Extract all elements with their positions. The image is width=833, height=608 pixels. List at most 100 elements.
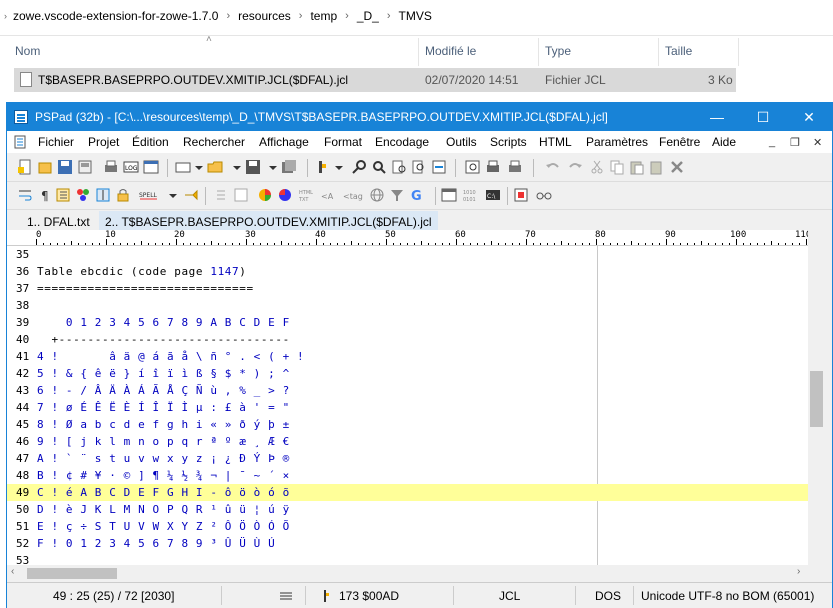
breadcrumb-item[interactable]: zowe.vscode-extension-for-zowe-1.7.0: [13, 9, 218, 23]
column-modified[interactable]: Modifié le: [425, 44, 476, 58]
print-preview-icon[interactable]: [485, 159, 501, 175]
column-divider[interactable]: [658, 38, 659, 66]
column-divider[interactable]: [538, 38, 539, 66]
print-icon[interactable]: [103, 159, 119, 175]
color-palette-icon[interactable]: [257, 187, 273, 203]
file-row[interactable]: T$BASEPR.BASEPRPO.OUTDEV.XMITIP.JCL($DFA…: [14, 68, 736, 92]
window-icon[interactable]: [143, 159, 159, 175]
line-ending[interactable]: DOS: [595, 589, 621, 603]
save-all-icon[interactable]: [281, 159, 297, 175]
tag-icon[interactable]: <A: [321, 187, 341, 203]
tag-icon[interactable]: <tag: [343, 187, 365, 203]
search-icon[interactable]: [351, 159, 367, 175]
tab-dfal-txt[interactable]: 1.. DFAL.txt: [21, 211, 96, 232]
menu-edition[interactable]: Édition: [132, 135, 169, 149]
cursor-position[interactable]: 49 : 25 (25) / 72 [2030]: [53, 589, 174, 603]
syntax-highlight-icon[interactable]: [75, 187, 91, 203]
search-replace-icon[interactable]: [371, 159, 387, 175]
align-icon[interactable]: [279, 591, 293, 601]
breadcrumb-item[interactable]: temp: [310, 9, 337, 23]
pin-icon[interactable]: [183, 187, 199, 203]
column-name[interactable]: Nom: [15, 44, 40, 58]
goto-icon[interactable]: [431, 159, 447, 175]
dropdown-icon[interactable]: [265, 159, 281, 175]
globe-icon[interactable]: [369, 187, 385, 203]
breadcrumb-item[interactable]: TMVS: [399, 9, 432, 23]
preview-icon[interactable]: [465, 159, 481, 175]
record-macro-icon[interactable]: [513, 187, 529, 203]
filter-icon[interactable]: [389, 187, 405, 203]
redo-icon[interactable]: [567, 159, 583, 175]
paste-special-icon[interactable]: [649, 159, 665, 175]
google-icon[interactable]: G: [409, 187, 425, 203]
code-block-icon[interactable]: [233, 187, 249, 203]
menu-aide[interactable]: Aide: [712, 135, 736, 149]
maximize-button[interactable]: ☐: [740, 103, 786, 131]
menu-encodage[interactable]: Encodage: [375, 135, 429, 149]
menu-affichage[interactable]: Affichage: [259, 135, 309, 149]
template-icon[interactable]: [77, 159, 93, 175]
menu-fenetre[interactable]: Fenêtre: [659, 135, 700, 149]
breadcrumb-item[interactable]: resources: [238, 9, 291, 23]
pilcrow-icon[interactable]: ¶: [37, 187, 53, 203]
minimize-button[interactable]: —: [694, 103, 740, 131]
scroll-left-icon[interactable]: ‹: [11, 566, 14, 577]
open-file-icon[interactable]: [37, 159, 53, 175]
log-icon[interactable]: LOG: [123, 159, 139, 175]
glasses-icon[interactable]: [535, 187, 555, 203]
horizontal-scrollbar[interactable]: ‹ ›: [7, 565, 808, 582]
dropdown-icon[interactable]: [229, 159, 245, 175]
scrollbar-thumb[interactable]: [27, 568, 117, 579]
indent-icon[interactable]: [211, 187, 227, 203]
title-bar[interactable]: PSPad (32b) - [C:\...\resources\temp\_D_…: [7, 103, 832, 131]
close-button[interactable]: ✕: [786, 103, 832, 131]
find-replace-files-icon[interactable]: [411, 159, 427, 175]
save-icon[interactable]: [245, 159, 261, 175]
column-type[interactable]: Type: [545, 44, 571, 58]
new-file-icon[interactable]: [17, 159, 33, 175]
menu-format[interactable]: Format: [324, 135, 362, 149]
syntax-language[interactable]: JCL: [499, 589, 520, 603]
color-picker-icon[interactable]: [277, 187, 293, 203]
menu-scripts[interactable]: Scripts: [490, 135, 527, 149]
column-divider[interactable]: [738, 38, 739, 66]
read-only-lock-icon[interactable]: [115, 187, 131, 203]
line-numbers-icon[interactable]: [55, 187, 71, 203]
menu-projet[interactable]: Projet: [88, 135, 119, 149]
find-files-icon[interactable]: [391, 159, 407, 175]
menu-html[interactable]: HTML: [539, 135, 572, 149]
console-icon[interactable]: C:\: [485, 187, 501, 203]
word-wrap-icon[interactable]: [17, 187, 33, 203]
menu-fichier[interactable]: Fichier: [38, 135, 74, 149]
scroll-right-icon[interactable]: ›: [797, 566, 800, 577]
paste-icon[interactable]: [629, 159, 645, 175]
scrollbar-thumb[interactable]: [810, 371, 823, 427]
save-icon[interactable]: [57, 159, 73, 175]
dropdown-icon[interactable]: [165, 187, 181, 203]
dropdown-icon[interactable]: [331, 159, 347, 175]
window-panel-icon[interactable]: [441, 187, 457, 203]
hex-10-icon[interactable]: 10100101: [463, 187, 479, 203]
html-text-icon[interactable]: HTMLTXT: [299, 187, 315, 203]
menu-rechercher[interactable]: Rechercher: [183, 135, 245, 149]
code-editor[interactable]: 35 36 Table ebcdic (code page 1147) 37 ===…: [7, 246, 808, 565]
bookmark-icon[interactable]: [313, 159, 329, 175]
delete-icon[interactable]: [669, 159, 685, 175]
menu-outils[interactable]: Outils: [446, 135, 477, 149]
open-folder-icon[interactable]: [207, 159, 223, 175]
undo-icon[interactable]: [545, 159, 561, 175]
column-mode-icon[interactable]: [95, 187, 111, 203]
dropdown-icon[interactable]: [191, 159, 207, 175]
breadcrumb-item[interactable]: _D_: [357, 9, 379, 23]
column-size[interactable]: Taille: [665, 44, 692, 58]
menu-parametres[interactable]: Paramètres: [586, 135, 648, 149]
copy-icon[interactable]: [609, 159, 625, 175]
document-frame-icon[interactable]: [175, 159, 191, 175]
mdi-minimize-button[interactable]: _: [769, 136, 775, 148]
mdi-close-button[interactable]: ✕: [813, 136, 822, 149]
tab-jcl-file[interactable]: 2.. T$BASEPR.BASEPRPO.OUTDEV.XMITIP.JCL(…: [99, 211, 438, 232]
encoding[interactable]: Unicode UTF-8 no BOM (65001): [641, 589, 814, 603]
column-divider[interactable]: [418, 38, 419, 66]
vertical-scrollbar[interactable]: [808, 230, 825, 565]
spell-check-icon[interactable]: SPELL: [139, 187, 161, 203]
